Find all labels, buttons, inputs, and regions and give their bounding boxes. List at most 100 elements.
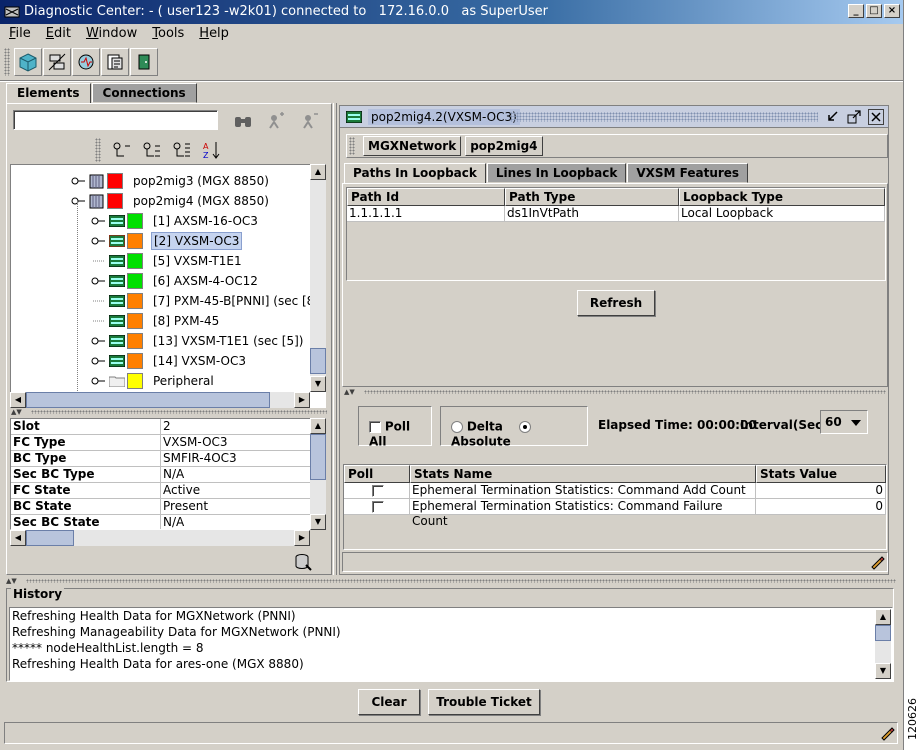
tree-node[interactable]: [6] AXSM-4-OC12 <box>91 271 260 291</box>
toolbar-report-button[interactable] <box>101 48 129 76</box>
tree-node[interactable]: [5] VXSM-T1E1 <box>91 251 244 271</box>
tree-node[interactable]: pop2mig3 (MGX 8850) <box>71 171 271 191</box>
property-row[interactable]: FC Type VXSM-OC3 <box>11 435 311 451</box>
toolbar-grip[interactable] <box>4 48 10 76</box>
breadcrumb-pop2mig4[interactable]: pop2mig4 <box>465 136 543 156</box>
menu-window[interactable]: Window <box>77 24 143 44</box>
toolbar-health-button[interactable] <box>72 48 100 76</box>
status-tool-button[interactable] <box>879 725 895 741</box>
breadcrumb-mgxnetwork[interactable]: MGXNetwork <box>363 136 462 156</box>
tree-scroll-left[interactable]: ◀ <box>10 392 26 408</box>
poll-checkbox[interactable] <box>371 501 384 513</box>
tab-vxsm-features[interactable]: VXSM Features <box>627 163 749 183</box>
poll-checkbox[interactable] <box>371 485 384 497</box>
expand-all-button[interactable] <box>169 138 195 162</box>
tree-node[interactable]: Peripheral <box>91 371 216 391</box>
tree-node[interactable]: [2] VXSM-OC3 <box>91 231 243 251</box>
tree-node[interactable]: [8] PXM-45 <box>91 311 221 331</box>
tree-horizontal-scrollbar[interactable]: ◀ ▶ <box>10 392 310 408</box>
toolbar-door-button[interactable] <box>130 48 158 76</box>
expand-tree-button[interactable] <box>139 138 165 162</box>
expander-icon[interactable] <box>91 336 105 346</box>
frame-minimize-button[interactable] <box>824 109 840 125</box>
menu-tools[interactable]: Tools <box>143 24 190 44</box>
frame-close-button[interactable] <box>868 109 884 125</box>
property-row[interactable]: BC Type SMFIR-4OC3 <box>11 451 311 467</box>
find-previous-button[interactable] <box>299 110 323 132</box>
toolbar-network-button[interactable] <box>43 48 71 76</box>
sort-button[interactable]: A Z <box>199 138 225 162</box>
menu-help[interactable]: Help <box>190 24 235 44</box>
search-input[interactable] <box>13 110 218 130</box>
frame-title-bar[interactable]: pop2mig4.2(VXSM-OC3) <box>340 106 888 128</box>
col-stats-name[interactable]: Stats Name <box>410 465 756 483</box>
interval-select[interactable]: 60 <box>820 410 868 434</box>
history-scroll-up[interactable]: ▲ <box>875 609 891 625</box>
col-stats-value[interactable]: Stats Value <box>756 465 886 483</box>
expander-icon[interactable] <box>91 356 105 366</box>
expander-icon[interactable] <box>91 216 105 226</box>
props-scroll-thumb[interactable] <box>310 434 326 480</box>
tree-scroll-down[interactable]: ▼ <box>310 376 326 392</box>
col-path-id[interactable]: Path Id <box>347 188 505 206</box>
tab-connections[interactable]: Connections <box>91 83 197 103</box>
toolbar-cube-button[interactable] <box>14 48 42 76</box>
history-scroll-thumb[interactable] <box>875 625 891 641</box>
col-loopback-type[interactable]: Loopback Type <box>679 188 885 206</box>
history-scroll-down[interactable]: ▼ <box>875 663 891 679</box>
property-row[interactable]: FC State Active <box>11 483 311 499</box>
property-row[interactable]: Sec BC State N/A <box>11 515 311 529</box>
table-row[interactable]: Ephemeral Termination Statistics: Comman… <box>344 499 886 528</box>
element-tree[interactable]: pop2mig3 (MGX 8850) pop2mig4 (MGX 8850) [1… <box>10 164 326 408</box>
tree-hscroll-thumb[interactable] <box>26 392 270 408</box>
left-splitter[interactable]: ▲▼ <box>9 409 329 416</box>
props-horizontal-scrollbar[interactable]: ◀ ▶ <box>10 530 310 546</box>
tree-scroll-up[interactable]: ▲ <box>310 164 326 180</box>
poll-all-checkbox[interactable] <box>369 420 381 433</box>
col-poll[interactable]: Poll <box>344 465 410 483</box>
maximize-button[interactable]: □ <box>866 4 882 18</box>
expander-icon[interactable] <box>91 276 105 286</box>
property-row[interactable]: Sec BC Type N/A <box>11 467 311 483</box>
find-next-button[interactable] <box>265 110 289 132</box>
props-hscroll-thumb[interactable] <box>26 530 74 546</box>
tab-elements[interactable]: Elements <box>6 83 91 104</box>
tree-node[interactable]: [7] PXM-45-B[PNNI] (sec [8]) <box>91 291 325 311</box>
props-vertical-scrollbar[interactable]: ▲ ▼ <box>310 418 326 530</box>
table-row[interactable]: Ephemeral Termination Statistics: Comman… <box>344 483 886 499</box>
tree-scroll-thumb[interactable] <box>310 348 326 374</box>
tab-paths-in-loopback[interactable]: Paths In Loopback <box>344 163 486 184</box>
tree-toolbar-grip[interactable] <box>95 138 101 162</box>
property-row[interactable]: BC State Present <box>11 499 311 515</box>
expander-icon[interactable] <box>91 376 105 386</box>
tree-node[interactable]: pop2mig4 (MGX 8850) <box>71 191 271 211</box>
props-scroll-left[interactable]: ◀ <box>10 530 26 546</box>
frame-resize-button[interactable] <box>869 554 885 570</box>
refresh-button[interactable]: Refresh <box>577 290 655 316</box>
clear-button[interactable]: Clear <box>358 689 420 715</box>
props-scroll-right[interactable]: ▶ <box>294 530 310 546</box>
table-row[interactable]: 1.1.1.1.1 ds1InVtPath Local Loopback <box>347 206 885 222</box>
menu-file[interactable]: File <box>0 24 37 44</box>
tab-lines-in-loopback[interactable]: Lines In Loopback <box>486 163 627 183</box>
expander-icon[interactable] <box>71 176 85 186</box>
vertical-splitter[interactable] <box>333 103 337 575</box>
tree-vertical-scrollbar[interactable]: ▲ ▼ <box>310 164 326 392</box>
collapse-tree-button[interactable] <box>109 138 135 162</box>
frame-detach-button[interactable] <box>846 109 862 125</box>
menu-edit[interactable]: Edit <box>37 24 77 44</box>
delta-radio[interactable] <box>451 420 463 433</box>
tree-scroll-right[interactable]: ▶ <box>294 392 310 408</box>
expander-icon[interactable] <box>91 236 105 246</box>
props-scroll-down[interactable]: ▼ <box>310 514 326 530</box>
tree-node[interactable]: [1] AXSM-16-OC3 <box>91 211 260 231</box>
history-splitter[interactable]: ▲▼ <box>4 578 898 585</box>
property-row[interactable]: Slot 2 <box>11 419 311 435</box>
history-vertical-scrollbar[interactable]: ▲ ▼ <box>875 609 891 679</box>
tree-node[interactable]: [14] VXSM-OC3 <box>91 351 248 371</box>
title-bar[interactable]: Diagnostic Center: - ( user123 -w2k01) c… <box>0 0 903 24</box>
props-scroll-up[interactable]: ▲ <box>310 418 326 434</box>
expander-icon[interactable] <box>71 196 85 206</box>
absolute-radio[interactable] <box>518 420 531 433</box>
trouble-ticket-button[interactable]: Trouble Ticket <box>428 689 540 715</box>
